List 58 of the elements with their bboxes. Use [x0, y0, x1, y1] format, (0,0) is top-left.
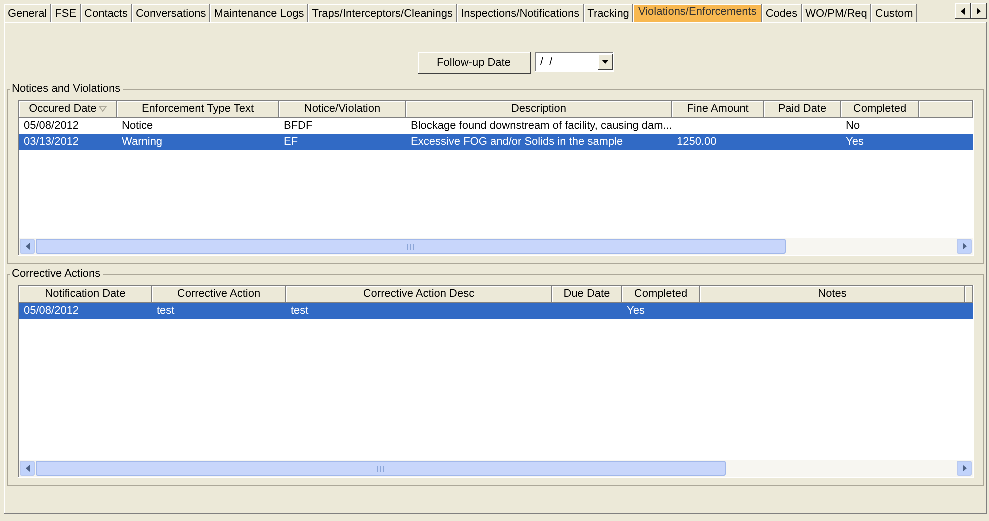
right-arrow-icon — [962, 465, 966, 472]
column-header[interactable]: Occured Date — [19, 101, 117, 118]
tab[interactable]: Tracking — [584, 4, 634, 22]
tab[interactable]: General — [4, 4, 52, 22]
table-cell: 03/13/2012 — [24, 136, 80, 148]
table-cell: Excessive FOG and/or Solids in the sample — [411, 136, 624, 148]
column-header[interactable]: Notification Date — [19, 286, 152, 303]
column-header[interactable]: Corrective Action Desc — [286, 286, 552, 303]
grip-icon — [377, 466, 385, 472]
table-cell: No — [846, 120, 860, 132]
tab[interactable]: FSE — [51, 4, 81, 22]
table-cell: 05/08/2012 — [24, 120, 80, 132]
table-cell: Yes — [846, 136, 864, 148]
table-row[interactable]: 05/08/2012 Notice BFDF Blockage found downstream of facility, causing dam... No — [19, 118, 973, 134]
grip-icon — [407, 244, 415, 250]
tab[interactable]: Traps/Interceptors/Cleanings — [308, 4, 458, 22]
left-arrow-icon — [26, 243, 30, 250]
tab[interactable]: Contacts — [80, 4, 132, 22]
tab[interactable]: Violations/Enforcements — [633, 4, 762, 22]
table-cell: test — [157, 305, 175, 317]
table-row[interactable]: 05/08/2012 test test Yes — [19, 303, 973, 319]
column-header[interactable]: Description — [406, 101, 672, 118]
tab[interactable]: Codes — [762, 4, 802, 22]
table-cell: 05/08/2012 — [24, 305, 80, 317]
table-cell: Warning — [122, 136, 163, 148]
sort-arrow-icon — [98, 106, 107, 112]
table-cell: test — [291, 305, 309, 317]
table-cell: BFDF — [284, 120, 313, 132]
column-header[interactable]: Fine Amount — [672, 101, 764, 118]
column-header[interactable]: Corrective Action — [152, 286, 286, 303]
table-cell: Notice — [122, 120, 154, 132]
column-header[interactable]: Paid Date — [764, 101, 841, 118]
table-cell: Blockage found downstream of facility, causing dam... — [411, 120, 672, 132]
table-cell: Yes — [627, 305, 645, 317]
date-field[interactable]: / / — [534, 52, 614, 72]
column-header[interactable]: Completed — [622, 286, 700, 303]
right-arrow-icon — [977, 8, 981, 14]
column-header[interactable]: Notice/Violation — [279, 101, 406, 118]
scroll-left-button[interactable] — [955, 3, 971, 19]
follow-up-date-button[interactable]: Follow-up Date — [418, 52, 530, 74]
table-row[interactable]: 03/13/2012 Warning EF Excessive FOG and/or Solids in the sample 1250.00 Yes — [19, 134, 973, 150]
tab[interactable]: Maintenance Logs — [210, 4, 308, 22]
left-arrow-icon — [961, 8, 965, 14]
scroll-right-button[interactable] — [971, 3, 987, 19]
column-header[interactable]: Due Date — [552, 286, 622, 303]
right-arrow-icon — [962, 243, 966, 250]
table-cell: EF — [284, 136, 298, 148]
left-arrow-icon — [26, 465, 30, 472]
tab[interactable]: Conversations — [132, 4, 210, 22]
column-header[interactable]: Enforcement Type Text — [117, 101, 279, 118]
column-header[interactable]: Completed — [841, 101, 919, 118]
table-cell: 1250.00 — [677, 136, 717, 148]
column-header[interactable]: Notes — [700, 286, 965, 303]
horizontal-scrollbar[interactable] — [19, 460, 973, 477]
tab[interactable]: Inspections/Notifications — [457, 4, 584, 22]
tab[interactable]: Custom — [871, 4, 918, 22]
horizontal-scrollbar[interactable] — [19, 238, 973, 255]
tab[interactable]: WO/PM/Req — [802, 4, 872, 22]
